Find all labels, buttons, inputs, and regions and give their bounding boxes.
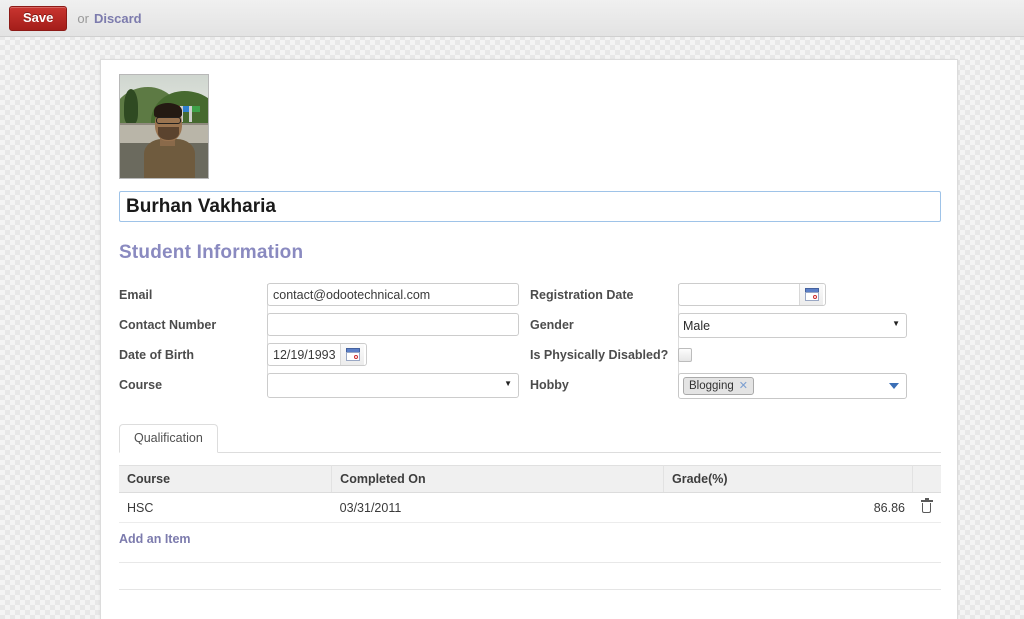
qualification-table: Course Completed On Grade(%) HSC 03/31/2… [119,465,941,523]
column-header-actions [912,465,941,493]
photo-image [120,75,208,178]
add-an-item-link[interactable]: Add an Item [119,532,191,546]
field-email: Email [119,282,530,312]
form-sheet: Student Information Email Contact Number [100,59,958,619]
calendar-icon[interactable] [340,344,364,365]
course-select-wrap [267,373,519,398]
form-fields: Email Contact Number Date of Birth [119,282,941,402]
registration-date-group[interactable] [678,283,826,306]
close-icon[interactable]: ✕ [739,379,748,393]
field-label-contact-number: Contact Number [119,318,217,332]
control-panel-bar: Save or Discard [0,0,1024,37]
date-of-birth-group[interactable] [267,343,367,366]
trash-icon[interactable] [920,498,933,513]
field-label-physically-disabled: Is Physically Disabled? [530,348,669,362]
table-header: Course Completed On Grade(%) [119,465,941,493]
tab-qualification[interactable]: Qualification [119,424,218,453]
form-column-right: Registration Date Gender Male ▼ Is Physi… [530,282,941,402]
field-physically-disabled: Is Physically Disabled? [530,342,941,372]
field-label-gender: Gender [530,318,574,332]
gender-select-wrap: Male [678,313,907,338]
field-gender: Gender Male [530,312,941,342]
cell-delete[interactable] [912,492,941,523]
table-body: HSC 03/31/2011 86.86 [119,492,941,523]
discard-button[interactable]: Discard [94,11,142,26]
field-label-registration-date: Registration Date [530,288,634,302]
calendar-icon[interactable] [799,284,823,305]
column-header-grade[interactable]: Grade(%) [663,465,914,493]
registration-date-field[interactable] [679,284,799,305]
field-registration-date: Registration Date [530,282,941,312]
field-label-email: Email [119,288,153,302]
field-course: Course [119,372,530,402]
field-label-hobby: Hobby [530,378,569,392]
chevron-down-icon[interactable] [889,383,899,389]
hobby-multiselect[interactable]: Blogging ✕ [678,373,907,399]
contact-number-field[interactable] [267,313,519,336]
field-label-date-of-birth: Date of Birth [119,348,194,362]
cell-grade[interactable]: 86.86 [663,492,913,523]
email-field[interactable] [267,283,519,306]
course-select[interactable] [267,373,519,398]
save-button[interactable]: Save [9,5,68,31]
date-of-birth-field[interactable] [268,344,340,365]
notebook-tabs: Qualification [119,424,941,453]
or-label: or [77,10,89,26]
divider [119,589,941,590]
student-name-input[interactable] [119,191,941,222]
student-photo[interactable] [119,74,209,179]
gender-select[interactable]: Male [678,313,907,338]
column-header-completed-on[interactable]: Completed On [331,465,664,493]
hobby-tag[interactable]: Blogging ✕ [683,377,754,395]
physically-disabled-checkbox[interactable] [678,348,692,362]
cell-completed-on[interactable]: 03/31/2011 [331,492,664,523]
page-title: Student Information [119,242,304,263]
table-header-row: Course Completed On Grade(%) [119,465,941,493]
cell-course[interactable]: HSC [119,492,332,523]
field-hobby: Hobby Blogging ✕ [530,372,941,402]
hobby-tag-label: Blogging [689,379,734,392]
table-row[interactable]: HSC 03/31/2011 86.86 [119,492,941,523]
column-header-course[interactable]: Course [119,465,333,493]
divider [119,562,941,563]
notebook: Qualification Course Completed On Grade(… [119,424,941,590]
qualification-list: Course Completed On Grade(%) HSC 03/31/2… [119,465,941,590]
form-column-left: Email Contact Number Date of Birth [119,282,530,402]
field-date-of-birth: Date of Birth [119,342,530,372]
field-label-course: Course [119,378,163,392]
field-contact-number: Contact Number [119,312,530,342]
